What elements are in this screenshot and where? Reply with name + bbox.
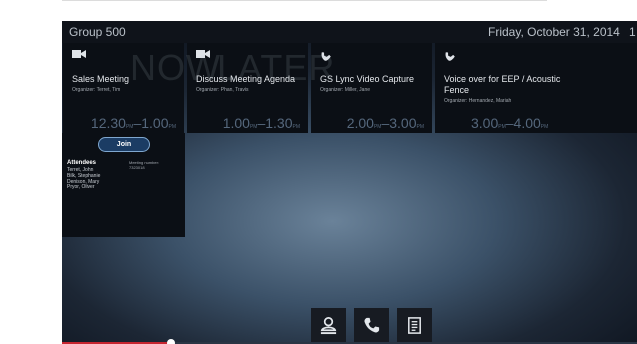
meeting-title: Voice over for EEP / Acoustic Fence — [444, 74, 561, 95]
room-name: Group 500 — [69, 25, 126, 39]
selected-meeting-details: Join Attendees Terret, John Bilk, Stepha… — [62, 133, 185, 237]
meeting-time-range: 2.00PM–3.00PM — [346, 115, 424, 131]
current-date: Friday, October 31, 2014 — [488, 25, 620, 39]
touch-panel-screen: Group 500 Friday, October 31, 2014 1 Sal… — [62, 21, 637, 344]
attendee-list: Terret, John Bilk, Stephanie Denison, Ma… — [67, 167, 100, 191]
meeting-organizer: Organizer: Terret, Tim — [72, 87, 121, 93]
meeting-card-voiceover[interactable]: Voice over for EEP / Acoustic Fence Orga… — [435, 43, 637, 133]
directory-icon — [408, 317, 421, 334]
status-bar: Group 500 Friday, October 31, 2014 1 — [62, 21, 637, 43]
contacts-icon — [320, 317, 337, 335]
current-time: 1 — [629, 25, 636, 39]
meeting-title: Discuss Meeting Agenda — [196, 74, 296, 84]
attendee-name: Pryor, Oliver — [67, 184, 95, 191]
meeting-card-sales[interactable]: Sales Meeting Organizer: Terret, Tim 12.… — [63, 43, 184, 133]
attendees-heading: Attendees — [67, 160, 97, 166]
meeting-card-agenda[interactable]: Discuss Meeting Agenda Organizer: Phan, … — [187, 43, 308, 133]
meeting-list: Sales Meeting Organizer: Terret, Tim 12.… — [62, 43, 637, 133]
page-top-divider — [62, 0, 547, 1]
meeting-time-range: 1.00PM–1.30PM — [222, 115, 300, 131]
phone-icon — [445, 52, 455, 61]
progress-handle[interactable] — [167, 339, 176, 344]
video-camera-icon — [196, 50, 210, 58]
directory-button[interactable] — [397, 308, 432, 344]
meeting-title: GS Lync Video Capture — [320, 74, 415, 84]
meeting-number: 7323018 — [129, 165, 145, 170]
contacts-button[interactable] — [311, 308, 346, 344]
call-button[interactable] — [354, 308, 389, 344]
meeting-card-lync[interactable]: GS Lync Video Capture Organizer: Miller,… — [311, 43, 432, 133]
meeting-organizer: Organizer: Phan, Travis — [196, 87, 249, 93]
phone-icon — [321, 52, 331, 61]
meeting-organizer: Organizer: Hernandez, Mariah — [444, 98, 512, 104]
meeting-time-range: 12.30PM–1.00PM — [90, 115, 176, 131]
phone-icon — [364, 317, 380, 333]
video-camera-icon — [72, 50, 86, 58]
meeting-organizer: Organizer: Miller, Jane — [320, 87, 371, 93]
meeting-title: Sales Meeting — [72, 74, 130, 84]
join-button[interactable]: Join — [98, 137, 150, 152]
meeting-time-range: 3.00PM–4.00PM — [471, 115, 549, 131]
